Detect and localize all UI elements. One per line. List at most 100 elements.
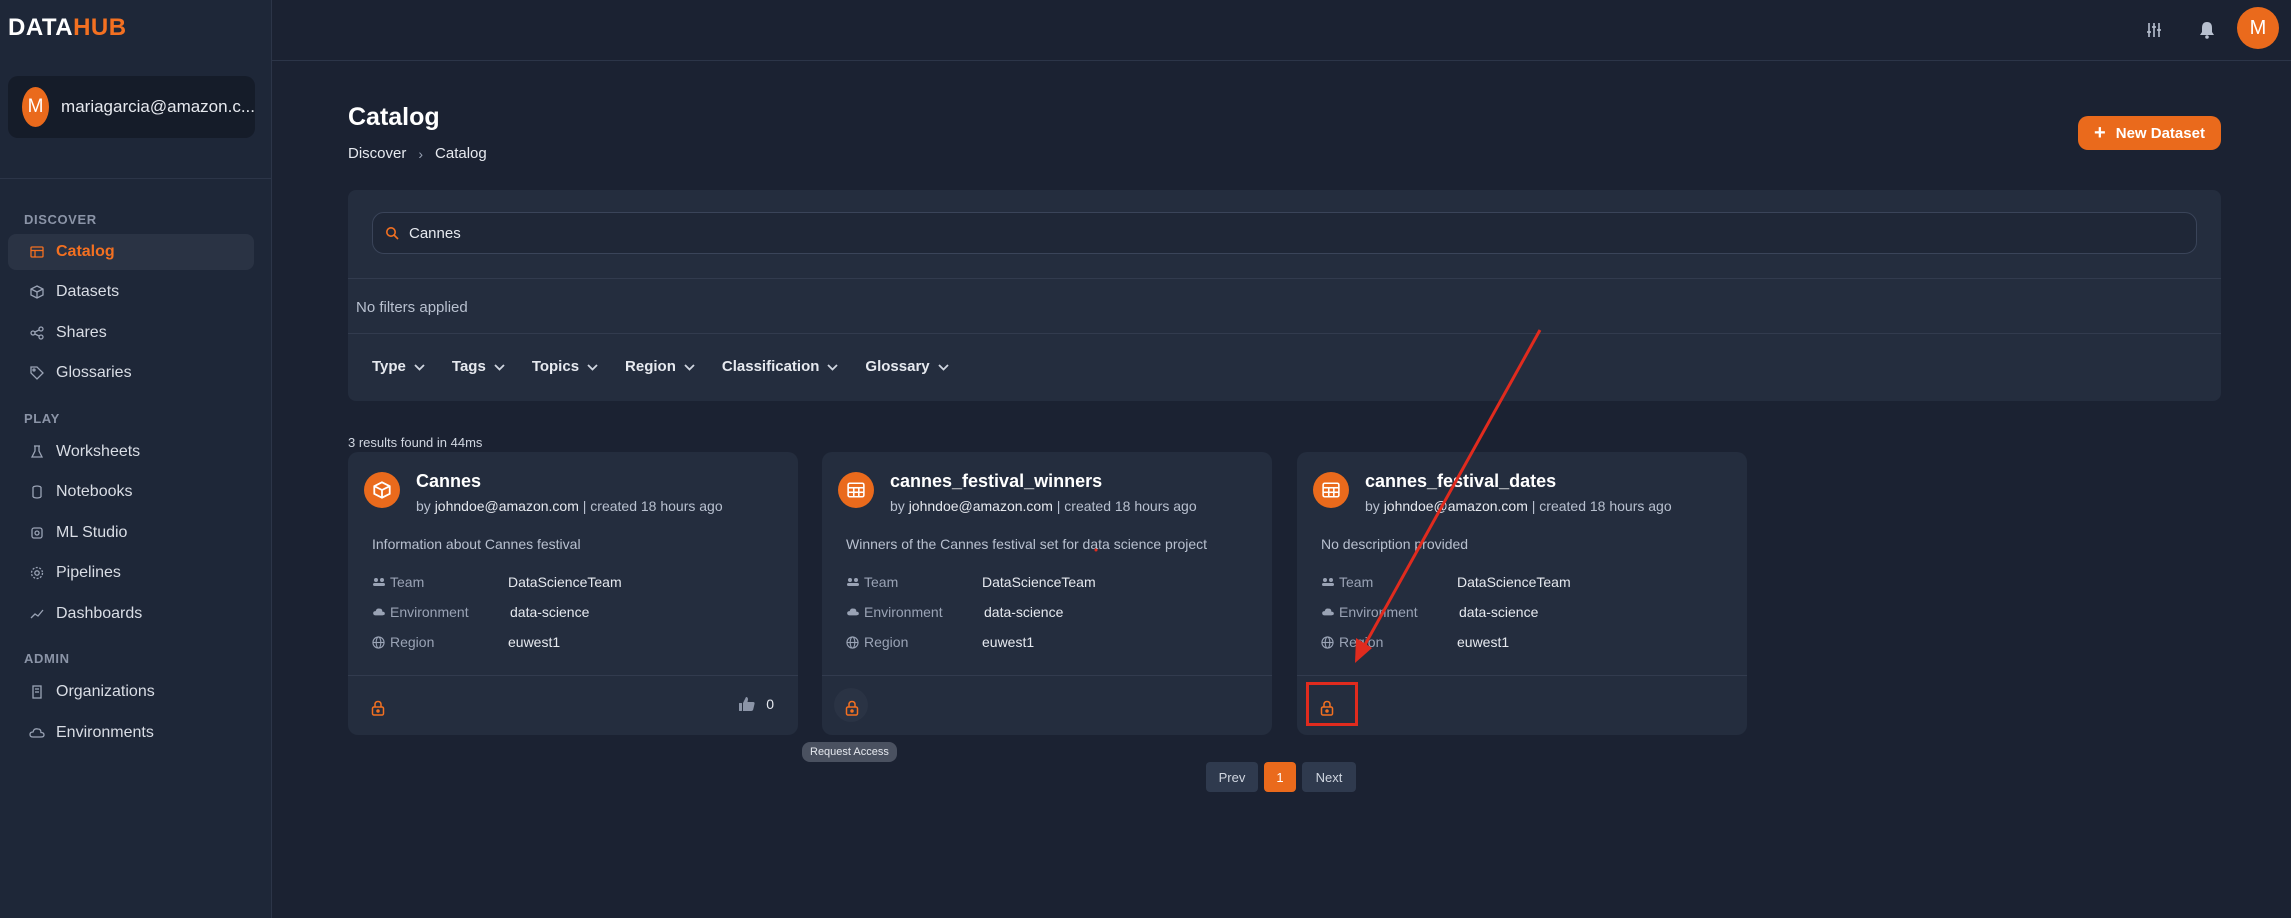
environment-value: data-science	[1459, 604, 1539, 620]
dataset-card[interactable]: cannes_festival_dates by johndoe@amazon.…	[1297, 452, 1747, 735]
chevron-right-icon: ›	[418, 145, 424, 162]
table-icon	[1313, 472, 1349, 508]
lock-icon[interactable]	[368, 698, 388, 718]
divider	[0, 178, 271, 179]
chevron-down-icon	[827, 360, 839, 374]
filter-bar: Type Tags Topics Region Classification G…	[372, 358, 976, 375]
page-title: Catalog	[348, 103, 440, 131]
card-description: No description provided	[1321, 536, 1469, 552]
filter-label: Tags	[451, 358, 486, 375]
owner: johndoe@amazon.com	[1383, 498, 1528, 514]
sidebar-item-dashboards[interactable]: Dashboards	[8, 596, 254, 632]
nav-section-discover: DISCOVER	[24, 212, 97, 227]
filter-label: Type	[372, 358, 406, 375]
sidebar-item-label: Dashboards	[56, 605, 143, 622]
card-title[interactable]: cannes_festival_winners	[890, 471, 1102, 492]
dataset-card[interactable]: cannes_festival_winners by johndoe@amazo…	[822, 452, 1272, 735]
pagination: Prev 1 Next	[1206, 762, 1356, 792]
settings-sliders-icon[interactable]	[2142, 18, 2166, 42]
avatar[interactable]: M	[2237, 7, 2279, 49]
created: | created 18 hours ago	[1056, 498, 1197, 514]
chevron-down-icon	[587, 360, 598, 374]
topbar: M	[272, 0, 2291, 61]
notebook-icon	[28, 483, 46, 501]
catalog-icon	[28, 243, 46, 261]
sidebar-item-worksheets[interactable]: Worksheets	[8, 434, 254, 470]
card-meta: by johndoe@amazon.com | created 18 hours…	[1365, 498, 1672, 514]
sidebar-item-environments[interactable]: Environments	[8, 715, 254, 751]
lock-icon[interactable]	[842, 698, 862, 718]
next-page-button[interactable]: Next	[1302, 762, 1356, 792]
search-input[interactable]	[409, 224, 2109, 242]
bell-icon[interactable]	[2195, 18, 2219, 42]
sidebar: DATAHUB M mariagarcia@amazon.c... DISCOV…	[0, 0, 272, 918]
card-title[interactable]: cannes_festival_dates	[1365, 471, 1556, 492]
sidebar-item-organizations[interactable]: Organizations	[8, 674, 254, 710]
team-value: DataScienceTeam	[1457, 574, 1571, 590]
card-title[interactable]: Cannes	[416, 471, 481, 492]
filter-topics[interactable]: Topics	[532, 358, 598, 375]
chevron-down-icon	[494, 360, 505, 374]
environment-row: Environment data-science	[846, 604, 1063, 620]
divider	[348, 333, 2221, 334]
results-summary: 3 results found in 44ms	[348, 435, 483, 450]
breadcrumb-discover[interactable]: Discover	[348, 145, 406, 162]
chevron-down-icon	[414, 360, 425, 374]
region-label: Region	[390, 634, 435, 650]
app-logo[interactable]: DATAHUB	[8, 14, 127, 42]
by-label: by	[416, 498, 431, 514]
cloud-icon	[28, 724, 46, 742]
new-dataset-button[interactable]: + New Dataset	[2078, 116, 2221, 150]
users-icon	[372, 577, 386, 587]
environment-row: Environment data-science	[1321, 604, 1538, 620]
new-dataset-label: New Dataset	[2115, 124, 2205, 142]
page-1-button[interactable]: 1	[1264, 762, 1296, 792]
filter-classification[interactable]: Classification	[722, 358, 839, 375]
cloud-icon	[846, 607, 860, 617]
sidebar-item-catalog[interactable]: Catalog	[8, 234, 254, 270]
nav-section-admin: ADMIN	[24, 651, 70, 666]
card-description: Winners of the Cannes festival set for d…	[846, 536, 1208, 552]
user-card[interactable]: M mariagarcia@amazon.c...	[8, 76, 255, 138]
owner: johndoe@amazon.com	[908, 498, 1053, 514]
filter-label: Glossary	[865, 358, 930, 375]
sidebar-item-glossaries[interactable]: Glossaries	[8, 355, 254, 391]
environment-label: Environment	[864, 604, 943, 620]
sidebar-item-label: Worksheets	[56, 443, 141, 460]
team-label: Team	[1339, 574, 1374, 590]
team-label: Team	[390, 574, 425, 590]
region-row: Region euwest1	[1321, 634, 1509, 650]
filter-glossary[interactable]: Glossary	[865, 358, 949, 375]
annotation-highlight-box	[1306, 682, 1358, 726]
environment-label: Environment	[1339, 604, 1418, 620]
team-value: DataScienceTeam	[508, 574, 622, 590]
dataset-card[interactable]: Cannes by johndoe@amazon.com | created 1…	[348, 452, 798, 735]
like-button[interactable]: 0	[738, 696, 774, 712]
region-row: Region euwest1	[372, 634, 560, 650]
sidebar-item-datasets[interactable]: Datasets	[8, 274, 254, 310]
sidebar-item-ml-studio[interactable]: ML Studio	[8, 515, 254, 551]
sidebar-item-notebooks[interactable]: Notebooks	[8, 474, 254, 510]
table-icon	[838, 472, 874, 508]
gear-icon	[28, 564, 46, 582]
filter-tags[interactable]: Tags	[452, 358, 505, 375]
prev-page-button[interactable]: Prev	[1206, 762, 1258, 792]
divider	[348, 675, 798, 676]
sidebar-item-label: Pipelines	[56, 564, 121, 581]
search-box[interactable]	[372, 212, 2197, 254]
sidebar-item-pipelines[interactable]: Pipelines	[8, 555, 254, 591]
region-value: euwest1	[982, 634, 1035, 650]
sidebar-item-label: Datasets	[56, 283, 120, 300]
sidebar-item-shares[interactable]: Shares	[8, 315, 254, 351]
region-label: Region	[1339, 634, 1384, 650]
filter-type[interactable]: Type	[372, 358, 425, 375]
divider	[822, 675, 1272, 676]
sidebar-item-label: Environments	[56, 724, 154, 741]
cube-icon	[28, 283, 46, 301]
tag-icon	[28, 364, 46, 382]
plus-icon: +	[2094, 122, 2106, 144]
ml-icon	[28, 524, 46, 542]
user-email: mariagarcia@amazon.c...	[61, 97, 255, 116]
filter-label: Region	[625, 358, 676, 375]
filter-region[interactable]: Region	[625, 358, 695, 375]
